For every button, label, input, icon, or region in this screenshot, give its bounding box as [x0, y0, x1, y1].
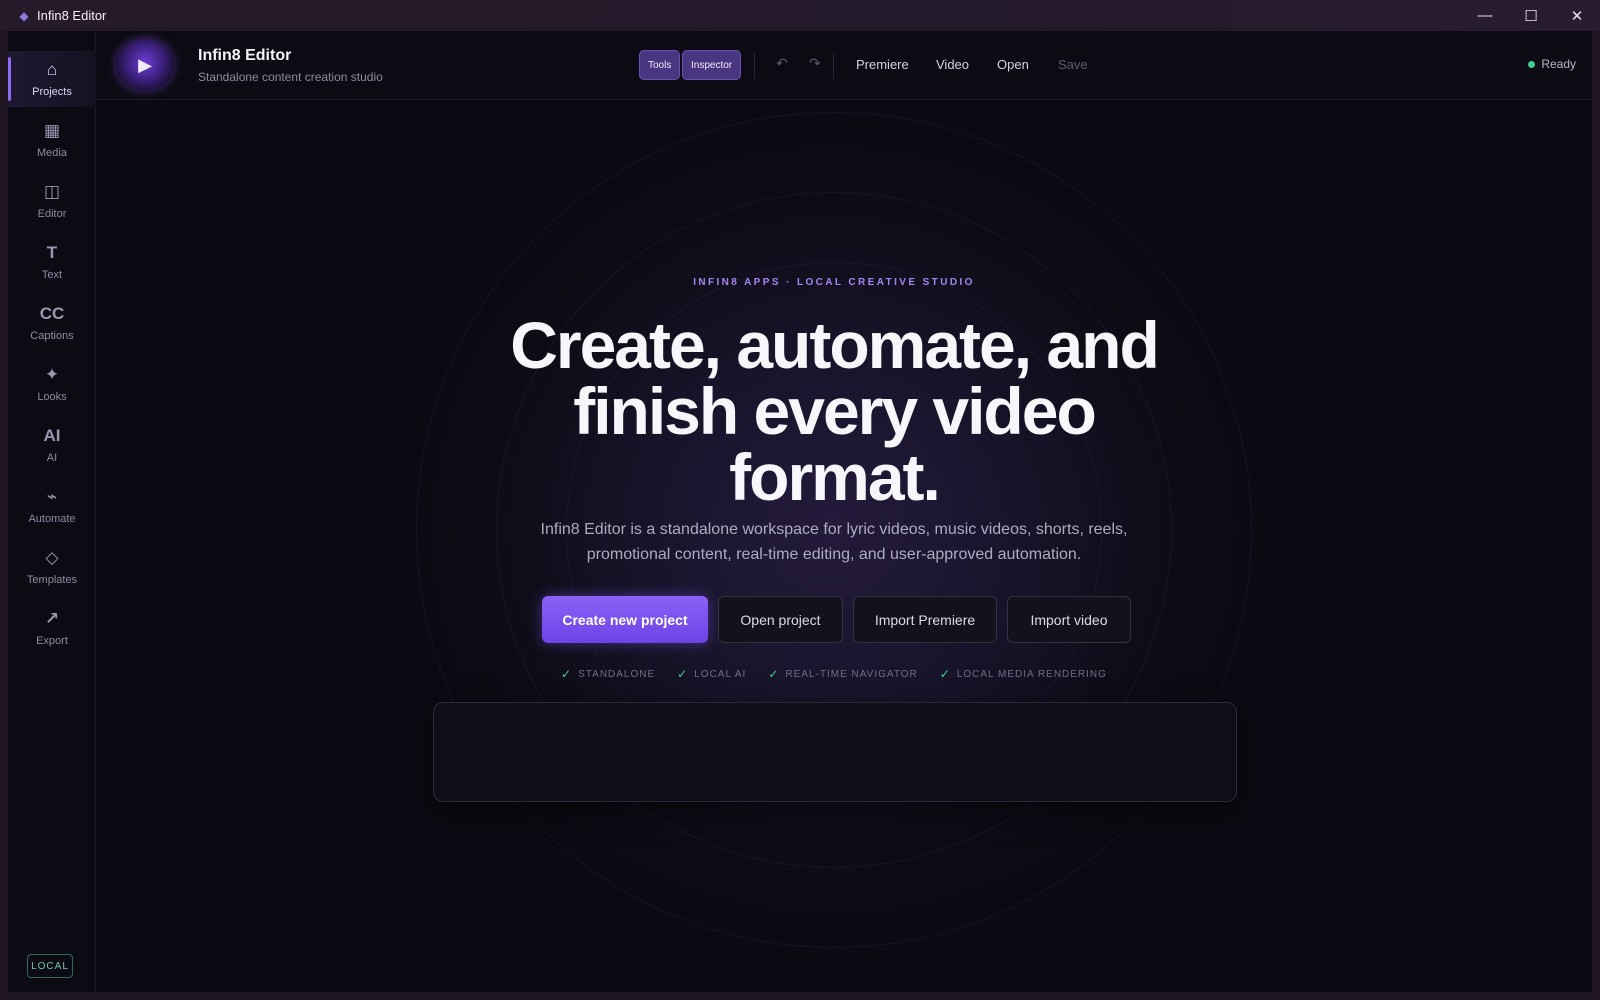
sidebar-item-editor[interactable]: ◫ Editor	[8, 173, 96, 229]
maximize-icon[interactable]: ☐	[1508, 0, 1554, 31]
diamond-icon: ◇	[45, 548, 59, 567]
sidebar-item-label: Captions	[30, 330, 74, 342]
save-button[interactable]: Save	[1058, 57, 1088, 72]
sidebar-item-text[interactable]: T Text	[8, 234, 96, 290]
main-content: INFIN8 APPS · LOCAL CREATIVE STUDIO Crea…	[96, 100, 1592, 992]
feature-label: REAL-TIME NAVIGATOR	[785, 668, 918, 680]
feature-item: ✓ STANDALONE	[561, 667, 655, 681]
feature-label: LOCAL MEDIA RENDERING	[956, 668, 1107, 680]
check-icon: ✓	[768, 667, 780, 681]
columns-icon: ◫	[43, 182, 61, 201]
feature-label: LOCAL AI	[694, 668, 747, 680]
sidebar-item-label: Media	[37, 147, 67, 159]
local-mode-badge: LOCAL	[27, 954, 73, 978]
ai-icon: AI	[43, 426, 61, 445]
play-icon: ▶	[138, 54, 152, 75]
import-video-button[interactable]: Import video	[1007, 596, 1131, 643]
sidebar-item-ai[interactable]: AI AI	[8, 417, 96, 473]
app-subtitle: Standalone content creation studio	[198, 70, 383, 84]
feature-list: ✓ STANDALONE ✓ LOCAL AI ✓ REAL-TIME NAVI…	[96, 667, 1572, 681]
app-header: ▶ Infin8 Editor Standalone content creat…	[96, 31, 1592, 100]
hero-eyebrow: INFIN8 APPS · LOCAL CREATIVE STUDIO	[693, 277, 975, 288]
video-menu-button[interactable]: Video	[936, 57, 969, 72]
feature-label: STANDALONE	[578, 668, 656, 680]
sidebar-item-label: Templates	[26, 574, 78, 586]
hero-description: Infin8 Editor is a standalone workspace …	[540, 521, 1128, 563]
premiere-menu-button[interactable]: Premiere	[856, 57, 909, 72]
sidebar-item-export[interactable]: ↗ Export	[8, 600, 96, 656]
sidebar-item-captions[interactable]: CC Captions	[8, 295, 96, 351]
sidebar-item-label: Text	[41, 269, 63, 281]
sidebar-item-media[interactable]: ▦ Media	[8, 112, 96, 168]
open-menu-button[interactable]: Open	[997, 57, 1029, 72]
create-new-project-button[interactable]: Create new project	[542, 596, 708, 643]
window-title: Infin8 Editor	[37, 8, 107, 23]
grid-icon: ▦	[43, 121, 61, 140]
open-project-button[interactable]: Open project	[718, 596, 843, 643]
import-premiere-button[interactable]: Import Premiere	[853, 596, 997, 643]
sidebar-item-label: Export	[36, 635, 68, 647]
check-icon: ✓	[561, 667, 573, 681]
status-indicator: Ready	[1528, 57, 1576, 71]
feature-item: ✓ LOCAL AI	[677, 667, 746, 681]
sidebar-item-automate[interactable]: ⌁ Automate	[8, 478, 96, 534]
check-icon: ✓	[677, 667, 689, 681]
sidebar-item-label: AI	[46, 452, 58, 464]
sidebar-item-looks[interactable]: ✦ Looks	[8, 356, 96, 412]
sidebar-item-label: Projects	[32, 86, 72, 98]
check-icon: ✓	[939, 667, 951, 681]
sidebar-item-label: Looks	[37, 391, 67, 403]
divider	[833, 53, 834, 79]
automate-icon: ⌁	[46, 487, 58, 506]
feature-item: ✓ REAL-TIME NAVIGATOR	[768, 667, 917, 681]
tools-toggle-button[interactable]: Tools	[639, 50, 681, 80]
export-arrow-icon: ↗	[44, 609, 60, 628]
window-title-bar: ◆ Infin8 Editor — ☐ ✕	[0, 0, 1600, 31]
app-window: ⌂ Projects ▦ Media ◫ Editor T Text CC Ca…	[8, 31, 1592, 992]
sparkle-icon: ✦	[44, 365, 60, 384]
feature-item: ✓ LOCAL MEDIA RENDERING	[940, 667, 1107, 681]
inspector-toggle-button[interactable]: Inspector	[682, 50, 742, 80]
divider	[754, 53, 755, 79]
close-icon[interactable]: ✕	[1554, 0, 1600, 31]
redo-icon[interactable]: ↷	[809, 55, 821, 72]
app-logo: ▶	[116, 39, 174, 91]
sidebar-item-projects[interactable]: ⌂ Projects	[8, 51, 96, 107]
sidebar: ⌂ Projects ▦ Media ◫ Editor T Text CC Ca…	[8, 31, 96, 992]
recent-projects-panel	[433, 702, 1237, 802]
app-logo-icon: ◆	[19, 8, 29, 23]
undo-icon[interactable]: ↶	[776, 55, 788, 72]
sidebar-item-templates[interactable]: ◇ Templates	[8, 539, 96, 595]
captions-icon: CC	[39, 304, 65, 323]
text-icon: T	[46, 243, 58, 262]
status-text: Ready	[1541, 57, 1576, 71]
status-dot-icon	[1528, 60, 1536, 68]
home-icon: ⌂	[46, 60, 58, 79]
sidebar-item-label: Automate	[28, 513, 76, 525]
sidebar-item-label: Editor	[37, 208, 67, 220]
window-controls: — ☐ ✕	[1462, 0, 1600, 31]
hero-headline: Create, automate, and finish every video…	[510, 308, 1160, 514]
minimize-icon[interactable]: —	[1462, 0, 1508, 31]
app-name: Infin8 Editor	[198, 47, 292, 64]
